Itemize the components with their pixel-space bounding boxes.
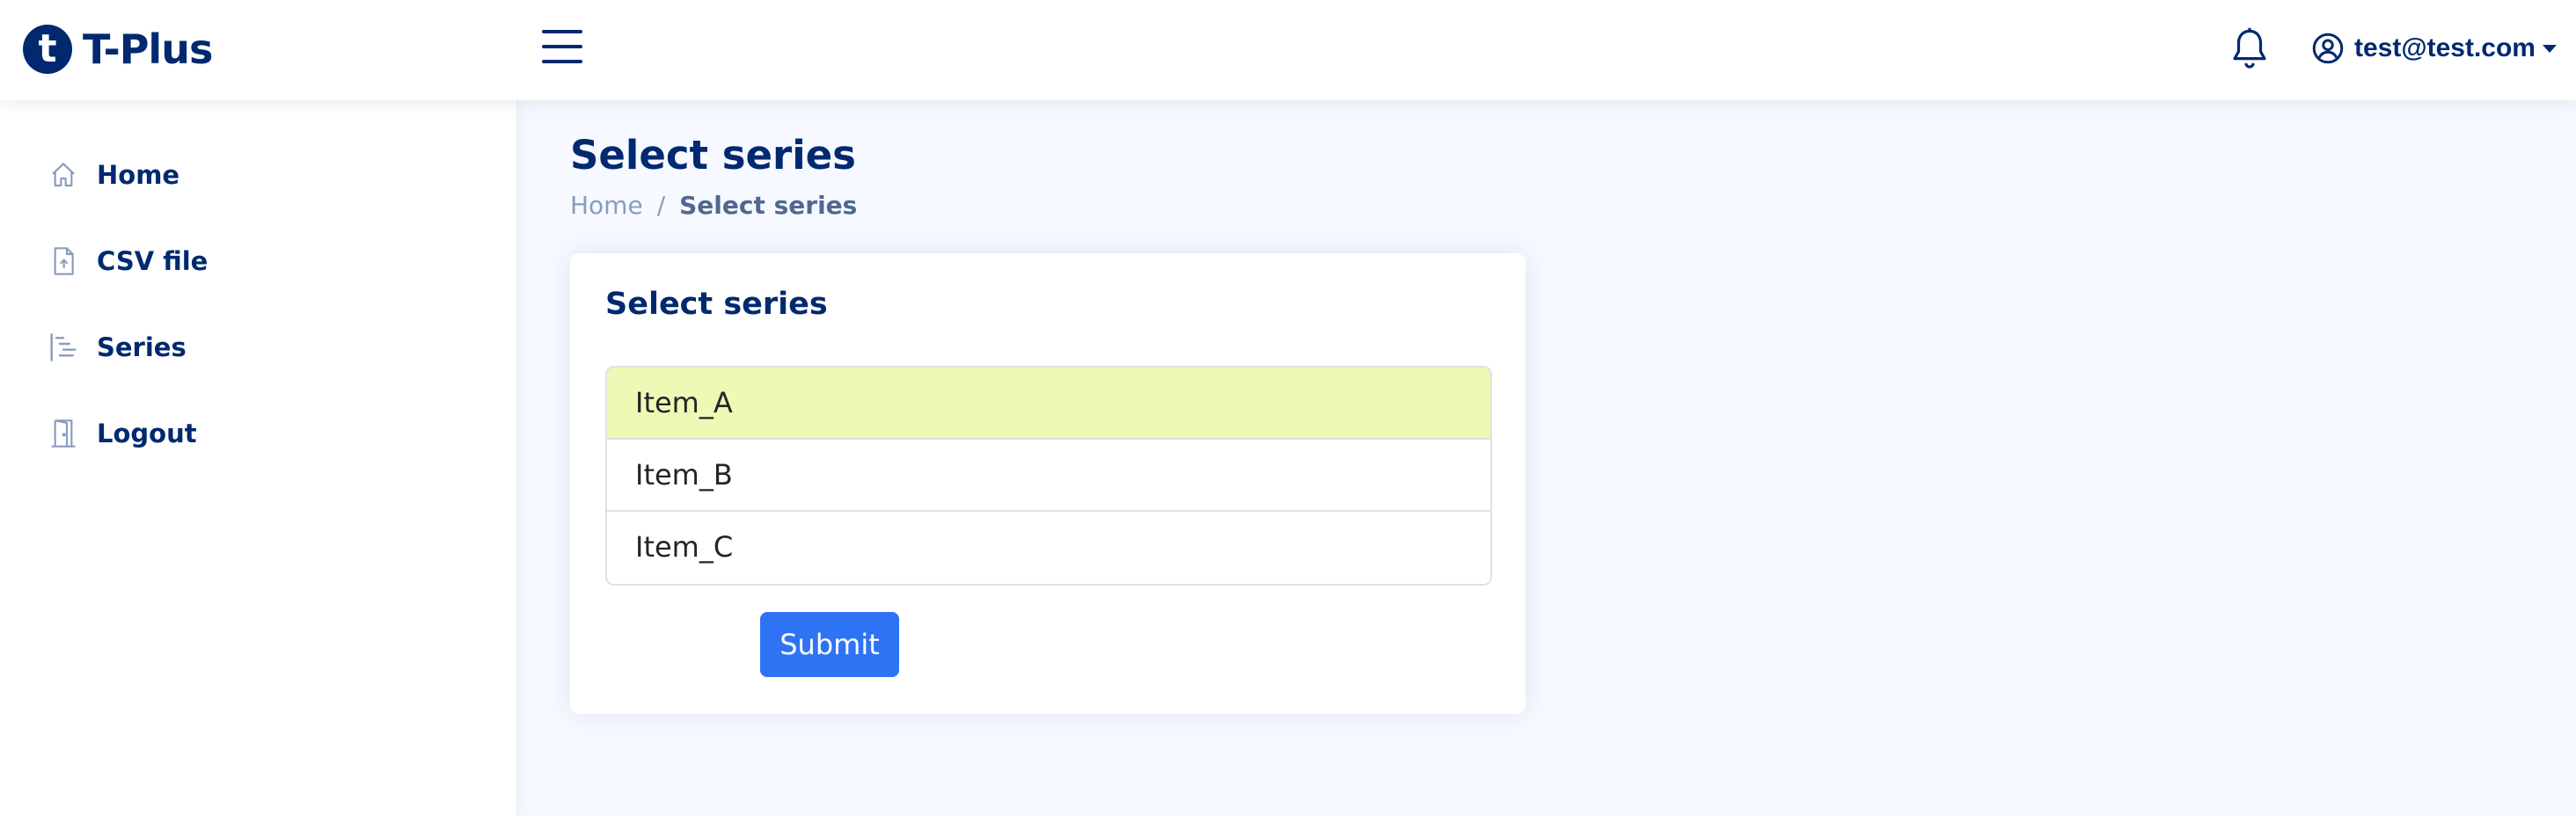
door-icon [51, 419, 76, 448]
submit-button[interactable]: Submit [760, 612, 899, 677]
top-header: t T-Plus test@test.com [0, 0, 2576, 100]
series-item-c[interactable]: Item_C [607, 510, 1490, 582]
series-item-b[interactable]: Item_B [607, 438, 1490, 510]
sidebar-item-home[interactable]: Home [49, 149, 472, 201]
series-item-a[interactable]: Item_A [607, 368, 1490, 438]
brand-logo[interactable]: t T-Plus [23, 23, 213, 76]
logo-icon: t [23, 25, 72, 74]
sidebar-item-label: Logout [97, 419, 197, 448]
file-upload-icon [54, 247, 74, 275]
sidebar-item-label: Home [97, 160, 180, 190]
card-title: Select series [605, 287, 828, 322]
breadcrumb-current: Select series [679, 191, 858, 220]
brand-name: T-Plus [83, 26, 213, 73]
person-circle-icon [2312, 33, 2344, 64]
sidebar-item-label: CSV file [97, 246, 209, 276]
select-series-card: Select series Item_A Item_B Item_C Submi… [570, 253, 1526, 714]
user-profile-dropdown[interactable]: test@test.com [2312, 28, 2557, 69]
house-icon [52, 163, 75, 187]
user-email: test@test.com [2354, 33, 2536, 62]
bell-icon[interactable] [2230, 26, 2269, 70]
sidebar-item-label: Series [97, 332, 187, 362]
breadcrumb: Home / Select series [570, 191, 857, 220]
breadcrumb-home-link[interactable]: Home [570, 191, 643, 220]
list-nested-icon [50, 333, 77, 361]
hamburger-menu-icon[interactable] [542, 28, 582, 65]
chevron-down-icon [2542, 44, 2557, 53]
breadcrumb-separator: / [656, 191, 666, 220]
sidebar-item-logout[interactable]: Logout [49, 407, 472, 460]
series-list: Item_A Item_B Item_C [605, 366, 1492, 586]
sidebar-item-series[interactable]: Series [49, 321, 472, 374]
page-title: Select series [570, 132, 856, 178]
sidebar-item-csv-file[interactable]: CSV file [49, 235, 472, 288]
sidebar: Home CSV file Series Logout [0, 100, 517, 816]
